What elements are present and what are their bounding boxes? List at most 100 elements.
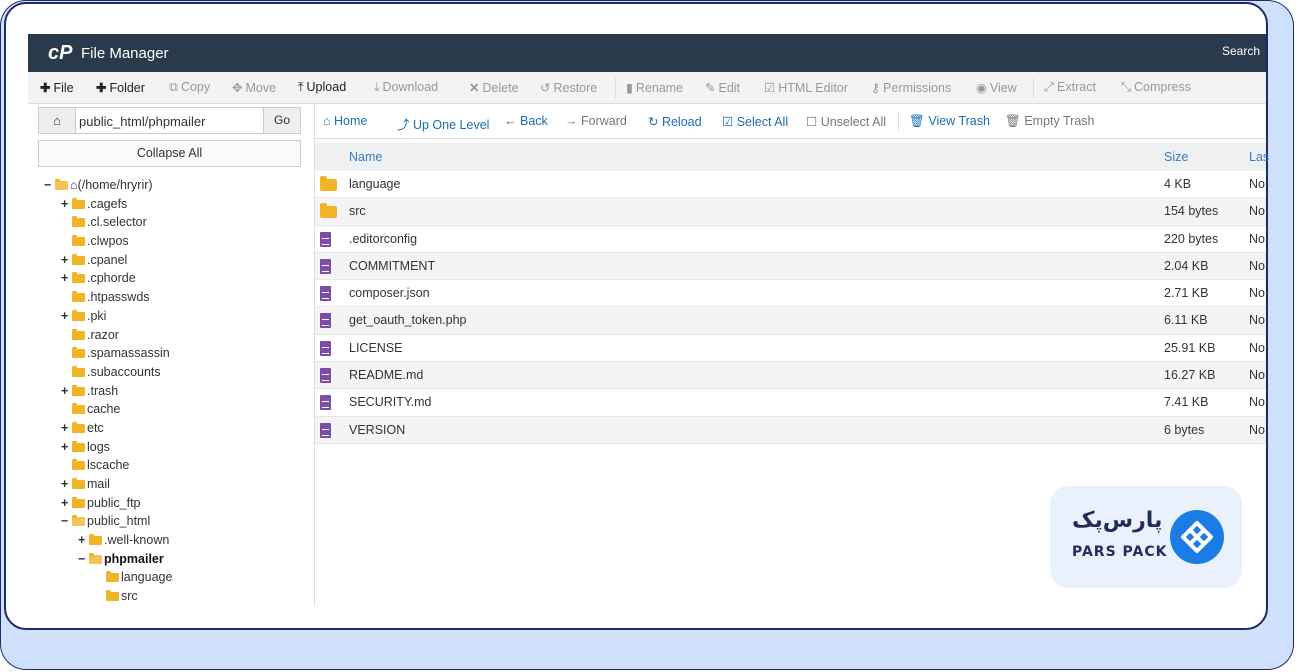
expand-icon[interactable]: + (61, 251, 72, 270)
table-row[interactable]: language 4 KB No (315, 171, 1266, 199)
file-icon (320, 422, 331, 438)
home-icon: ⌂ (70, 178, 78, 192)
tree-node[interactable]: .clwpos (44, 232, 304, 251)
view-trash-button[interactable]: 🗑 View Trash (909, 114, 990, 129)
up-one-level-button[interactable]: ⤴ Up One Level (397, 114, 489, 133)
rename-button[interactable]: ▮ Rename (626, 80, 683, 95)
tree-node[interactable]: + etc (44, 419, 304, 438)
table-row[interactable]: VERSION 6 bytes No (315, 416, 1266, 444)
tree-node[interactable]: − phpmailer (44, 550, 304, 569)
tree-node[interactable]: − public_html (44, 512, 304, 531)
collapse-icon[interactable]: − (78, 550, 89, 569)
back-button[interactable]: ← Back (504, 114, 548, 128)
select-all-button[interactable]: ☑ Select All (722, 114, 788, 129)
expand-icon[interactable]: + (61, 269, 72, 288)
copy-button[interactable]: ⧉ Copy (169, 80, 210, 95)
expand-icon[interactable]: + (61, 438, 72, 457)
last-modified: No (1249, 258, 1265, 273)
table-row[interactable]: SECURITY.md 7.41 KB No (315, 389, 1266, 417)
tree-node[interactable]: lscache (44, 456, 304, 475)
tree-node[interactable]: + public_ftp (44, 494, 304, 513)
table-row[interactable]: LICENSE 25.91 KB No (315, 335, 1266, 363)
table-row[interactable]: src 154 bytes No (315, 198, 1266, 226)
folder-icon (72, 272, 85, 284)
directory-tree: − ⌂(/home/hryrir) + .cagefs .cl.selector .clw… (44, 176, 304, 606)
row-icon (320, 176, 337, 194)
html-editor-button[interactable]: ☑ HTML Editor (764, 80, 848, 95)
compress-button[interactable]: ⤡ Compress (1121, 80, 1191, 95)
tree-node[interactable]: + .well-known (44, 531, 304, 550)
table-row[interactable]: get_oauth_token.php 6.11 KB No (315, 307, 1266, 335)
move-button[interactable]: ✥ Move (232, 80, 276, 95)
expand-icon[interactable]: + (61, 195, 72, 214)
folder-icon (72, 291, 85, 303)
folder-icon (72, 253, 85, 265)
row-icon (320, 286, 331, 304)
tree-node[interactable]: .htpasswds (44, 288, 304, 307)
upload-button[interactable]: ⤒ Upload (298, 80, 346, 95)
folder-icon (72, 309, 85, 321)
table-row[interactable]: composer.json 2.71 KB No (315, 280, 1266, 308)
collapse-all-button[interactable]: Collapse All (38, 140, 301, 167)
extract-button[interactable]: ⤢ Extract (1044, 80, 1096, 95)
row-icon (320, 231, 331, 250)
tree-node[interactable]: language (44, 568, 304, 587)
expand-icon[interactable]: + (61, 382, 72, 401)
folder-icon (106, 571, 119, 583)
expand-icon[interactable]: + (61, 419, 72, 438)
restore-button[interactable]: ↺ Restore (540, 80, 597, 95)
search-label[interactable]: Search (1222, 44, 1260, 58)
tree-node[interactable]: cache (44, 400, 304, 419)
new-file-button[interactable]: ✚ File (40, 80, 74, 95)
reload-button[interactable]: ↻ Reload (648, 114, 702, 129)
tree-node[interactable]: + .trash (44, 382, 304, 401)
tree-node[interactable]: + .pki (44, 307, 304, 326)
folder-icon (72, 216, 85, 228)
expand-icon[interactable]: + (78, 531, 89, 550)
tree-node[interactable]: + .cpanel (44, 251, 304, 270)
unselect-all-button[interactable]: ☐ Unselect All (806, 114, 886, 129)
tree-node[interactable]: .cl.selector (44, 213, 304, 232)
forward-button[interactable]: → Forward (565, 114, 627, 128)
table-row[interactable]: COMMITMENT 2.04 KB No (315, 252, 1266, 281)
delete-button[interactable]: ✕ Delete (469, 80, 519, 95)
tree-node[interactable]: + .cphorde (44, 269, 304, 288)
collapse-icon[interactable]: − (44, 176, 55, 195)
view-button[interactable]: ◉ View (976, 80, 1017, 95)
name-column-header[interactable]: Name (349, 150, 382, 164)
go-button[interactable]: Go (263, 108, 300, 133)
tree-node[interactable]: .spamassassin (44, 344, 304, 363)
tree-node-label: .spamassassin (87, 346, 170, 361)
expand-icon[interactable]: + (61, 494, 72, 513)
folder-icon (320, 176, 337, 191)
tree-node[interactable]: .razor (44, 326, 304, 345)
home-button[interactable]: ⌂ Home (323, 114, 367, 128)
permissions-button[interactable]: ⚷ Permissions (871, 80, 951, 95)
tree-node[interactable]: + .cagefs (44, 195, 304, 214)
path-input[interactable] (77, 110, 266, 132)
download-button[interactable]: ⤓ Download (374, 80, 438, 95)
tree-node[interactable]: − ⌂(/home/hryrir) (44, 176, 304, 195)
edit-button[interactable]: ✎ Edit (705, 80, 740, 95)
eye-icon: ◉ (976, 81, 987, 95)
trash-icon: 🗑 (909, 114, 929, 128)
new-folder-button[interactable]: ✚ Folder (96, 80, 145, 95)
tree-node[interactable]: + logs (44, 438, 304, 457)
cpanel-logo[interactable]: cP (48, 42, 72, 65)
expand-icon[interactable]: + (61, 475, 72, 494)
folder-open-icon (72, 515, 85, 527)
tree-node[interactable]: src (44, 587, 304, 606)
last-modified-column-header[interactable]: Las (1249, 150, 1269, 164)
toolbar: ✚ File ✚ Folder ⧉ Copy ✥ Move ⤒ Upload ⤓ Downl… (28, 72, 1266, 104)
expand-icon[interactable]: + (61, 307, 72, 326)
table-row[interactable]: .editorconfig 220 bytes No (315, 226, 1266, 253)
size-column-header[interactable]: Size (1164, 150, 1188, 164)
tree-node[interactable]: + mail (44, 475, 304, 494)
empty-trash-button[interactable]: 🗑 Empty Trash (1005, 114, 1095, 129)
table-row[interactable]: README.md 16.27 KB No (315, 362, 1266, 390)
collapse-icon[interactable]: − (61, 512, 72, 531)
home-icon[interactable]: ⌂ (39, 108, 76, 133)
tree-node-label: .razor (87, 327, 119, 342)
tree-node[interactable]: .subaccounts (44, 363, 304, 382)
toolbar-divider (1033, 78, 1034, 98)
